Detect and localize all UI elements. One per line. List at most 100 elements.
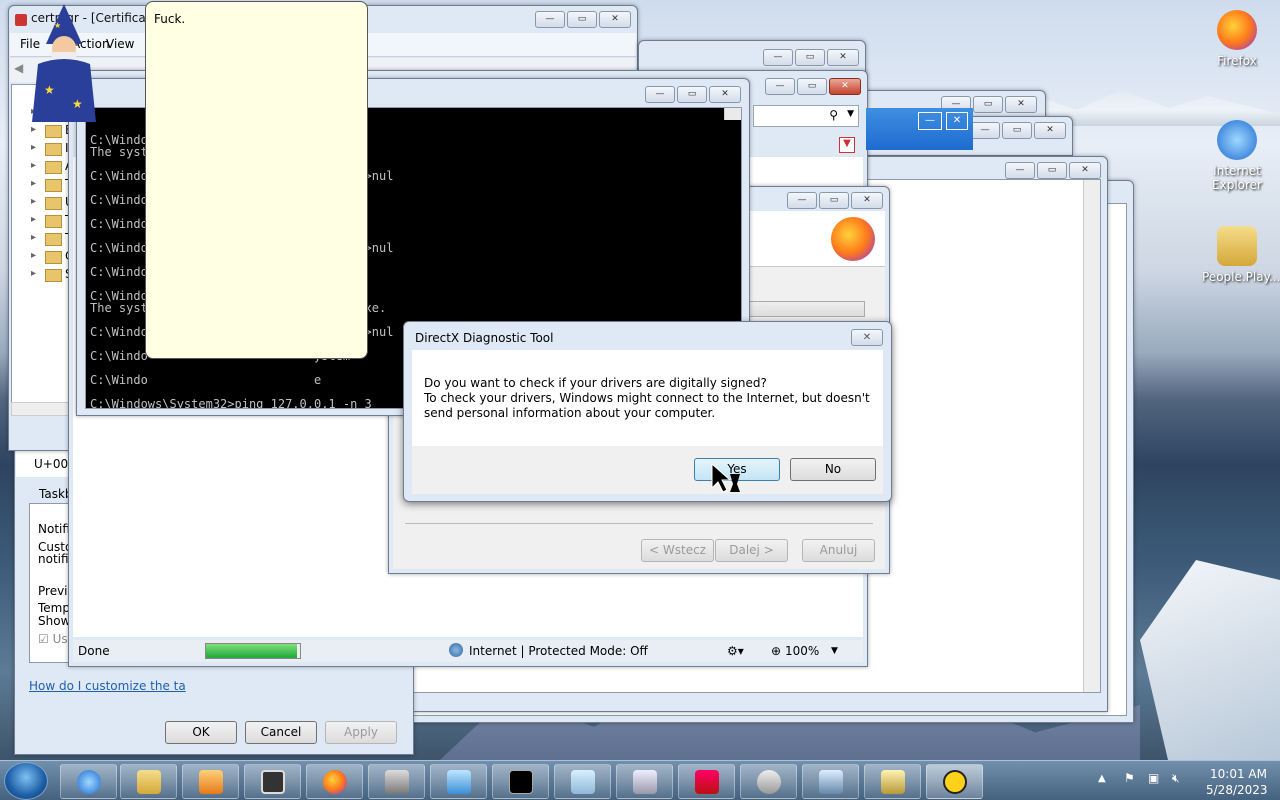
- cancel-button[interactable]: Anuluj: [802, 539, 875, 562]
- taskbar-app-3[interactable]: [802, 764, 859, 799]
- directx-dialog[interactable]: DirectX Diagnostic Tool ✕ Do you want to…: [403, 321, 892, 502]
- close-button[interactable]: ✕: [851, 329, 883, 346]
- taskbar-firefox[interactable]: [306, 764, 363, 799]
- desktop-icon-people-play[interactable]: People.Play...: [1202, 226, 1280, 284]
- search-icon[interactable]: ⚲: [829, 108, 838, 122]
- maximize-button[interactable]: ▭: [819, 192, 849, 209]
- taskbar-calculator[interactable]: [616, 764, 673, 799]
- taskbar-app-4[interactable]: [864, 764, 921, 799]
- svg-text:★: ★: [44, 83, 55, 97]
- rss-icon[interactable]: ▼: [839, 137, 855, 153]
- app-icon: [260, 769, 285, 794]
- close-button[interactable]: ✕: [1034, 122, 1066, 139]
- network-icon[interactable]: ▣: [1148, 771, 1159, 785]
- progress-bar: [205, 643, 301, 659]
- popup-blocker-icon[interactable]: ⚙▾: [727, 644, 744, 658]
- minimize-button[interactable]: —: [918, 112, 942, 130]
- close-button[interactable]: ✕: [851, 192, 883, 209]
- vertical-scrollbar[interactable]: [724, 108, 741, 120]
- taskbar: ▲ ⚑ ▣ 🔇︎ 10:01 AM 5/28/2023: [0, 760, 1280, 800]
- desktop-icon-firefox[interactable]: Firefox: [1202, 10, 1272, 68]
- zoom-icon: ⊕: [771, 644, 782, 658]
- server-icon: [384, 769, 409, 794]
- close-button[interactable]: ✕: [1005, 96, 1037, 113]
- taskbar-app-2[interactable]: [430, 764, 487, 799]
- taskbar-toolbox[interactable]: [678, 764, 735, 799]
- maximize-button[interactable]: ▭: [795, 49, 825, 66]
- back-button[interactable]: < Wstecz: [641, 539, 714, 562]
- close-button[interactable]: ✕: [709, 86, 741, 103]
- media-player-icon: [198, 769, 223, 794]
- clock-time[interactable]: 10:01 AM: [1210, 767, 1267, 781]
- taskbar-certmgr[interactable]: [368, 764, 425, 799]
- taskbar-internet-explorer[interactable]: [60, 764, 117, 799]
- active-window-titlebar[interactable]: — ✕: [866, 108, 973, 150]
- dialog-title: DirectX Diagnostic Tool: [415, 331, 554, 345]
- dialog-message: Do you want to check if your drivers are…: [412, 350, 883, 446]
- flag-icon[interactable]: ⚑: [1124, 771, 1135, 785]
- chevron-down-icon[interactable]: ▼: [831, 646, 838, 656]
- close-button[interactable]: ✕: [599, 11, 631, 28]
- maximize-button[interactable]: ▭: [797, 78, 827, 95]
- maximize-button[interactable]: ▭: [973, 96, 1003, 113]
- desktop-icon-internet-explorer[interactable]: Internet Explorer: [1202, 120, 1272, 192]
- firefox-icon: [1217, 10, 1257, 50]
- close-button[interactable]: ✕: [946, 112, 968, 130]
- show-hidden-icons[interactable]: ▲: [1098, 773, 1106, 784]
- notepad-icon: [570, 769, 595, 794]
- ok-button[interactable]: OK: [165, 721, 237, 744]
- app-icon: [446, 769, 471, 794]
- maximize-button[interactable]: ▭: [1037, 162, 1067, 179]
- wallpaper-ice: [1140, 560, 1280, 760]
- assistant-icon: [942, 769, 967, 794]
- svg-text:★: ★: [54, 21, 61, 30]
- maximize-button[interactable]: ▭: [567, 11, 597, 28]
- minimize-button[interactable]: —: [535, 11, 565, 28]
- vertical-scrollbar[interactable]: [1083, 180, 1100, 692]
- mouse-cursor-icon: [711, 462, 740, 493]
- cancel-button[interactable]: Cancel: [245, 721, 317, 744]
- zoom-level[interactable]: 100%: [785, 644, 819, 658]
- dialog-question: Do you want to check if your drivers are…: [424, 376, 767, 390]
- next-button[interactable]: Dalej >: [715, 539, 788, 562]
- desktop-icon-label: People.Play...: [1202, 270, 1280, 284]
- system-tray: ▲ ⚑ ▣ 🔇︎ 10:01 AM 5/28/2023: [1090, 761, 1280, 800]
- taskbar-media-player[interactable]: [182, 764, 239, 799]
- wizard-assistant-icon[interactable]: ★ ★ ★: [24, 4, 104, 124]
- clock-date[interactable]: 5/28/2023: [1206, 783, 1268, 797]
- back-arrow-icon[interactable]: ◀: [14, 61, 23, 75]
- start-button[interactable]: [4, 762, 48, 800]
- folder-icon: [1217, 226, 1257, 266]
- status-bar: Done Internet | Protected Mode: Off ⚙▾ ⊕…: [73, 640, 863, 662]
- close-button[interactable]: ✕: [1069, 162, 1101, 179]
- assistant-speech-bubble: Fuck.: [145, 1, 368, 359]
- minimize-button[interactable]: —: [645, 86, 675, 103]
- minimize-button[interactable]: —: [763, 49, 793, 66]
- chevron-down-icon[interactable]: ▼: [847, 109, 854, 119]
- desktop-icon-label: Internet Explorer: [1212, 164, 1262, 192]
- minimize-button[interactable]: —: [1005, 162, 1035, 179]
- taskbar-directx[interactable]: [740, 764, 797, 799]
- search-input[interactable]: ⚲ ▼: [753, 105, 859, 127]
- close-button[interactable]: ✕: [829, 78, 861, 95]
- taskbar-app[interactable]: [244, 764, 301, 799]
- close-button[interactable]: ✕: [827, 49, 859, 66]
- maximize-button[interactable]: ▭: [1002, 122, 1032, 139]
- volume-muted-icon[interactable]: 🔇︎: [1172, 771, 1180, 786]
- minimize-button[interactable]: —: [970, 122, 1000, 139]
- minimize-button[interactable]: —: [765, 78, 795, 95]
- minimize-button[interactable]: —: [787, 192, 817, 209]
- taskbar-notepad[interactable]: [554, 764, 611, 799]
- apply-button[interactable]: Apply: [325, 721, 397, 744]
- help-link[interactable]: How do I customize the ta: [29, 679, 186, 693]
- taskbar-explorer[interactable]: [120, 764, 177, 799]
- taskbar-assistant[interactable]: [926, 764, 983, 799]
- maximize-button[interactable]: ▭: [677, 86, 707, 103]
- menu-view[interactable]: View: [106, 37, 134, 51]
- cmd-icon: [508, 769, 533, 794]
- no-button[interactable]: No: [790, 458, 876, 481]
- taskbar-command-prompt[interactable]: [492, 764, 549, 799]
- desktop-icon-label: Firefox: [1217, 54, 1257, 68]
- globe-icon: [449, 643, 463, 657]
- status-zone: Internet | Protected Mode: Off: [469, 644, 648, 658]
